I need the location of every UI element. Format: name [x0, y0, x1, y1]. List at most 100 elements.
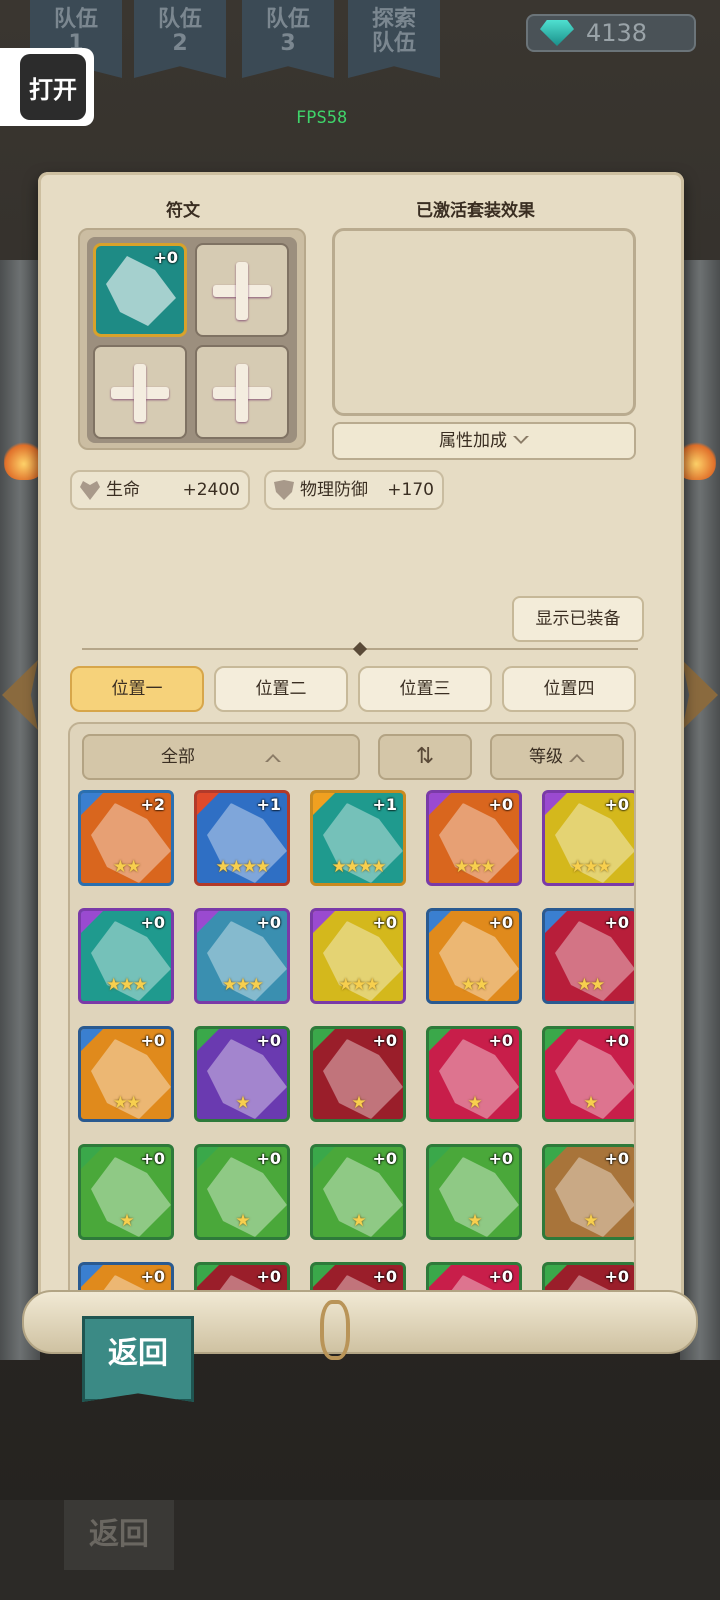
tab-position-2[interactable]: 位置二	[214, 666, 348, 712]
rune-item[interactable]: +0 ★	[310, 1026, 406, 1122]
rarity-corner	[197, 793, 219, 815]
rune-level: +0	[488, 795, 513, 814]
rarity-corner	[81, 911, 103, 933]
tab-team-3[interactable]: 队伍 3	[242, 0, 334, 78]
rune-level: +0	[256, 1149, 281, 1168]
rune-item[interactable]: +0 ★	[426, 1026, 522, 1122]
rarity-corner	[313, 1147, 335, 1169]
rarity-corner	[197, 1265, 219, 1287]
show-equipped-button[interactable]: 显示已装备	[512, 596, 644, 642]
rune-level: +0	[140, 1031, 165, 1050]
sort-order-button[interactable]: ⇅	[378, 734, 472, 780]
rune-level: +0	[604, 1149, 629, 1168]
rune-item[interactable]: +0 ★	[542, 1144, 634, 1240]
rune-level: +0	[604, 795, 629, 814]
star-rating: ★★	[112, 1093, 141, 1113]
star-rating: ★	[235, 1093, 250, 1113]
rune-item[interactable]: +0 ★★	[426, 908, 522, 1004]
star-rating: ★★★	[106, 975, 148, 995]
rarity-corner	[81, 793, 103, 815]
star-rating: ★	[119, 1211, 134, 1231]
stat-physical-defense: 物理防御 +170	[264, 470, 444, 510]
tab-position-3[interactable]: 位置三	[358, 666, 492, 712]
rune-slot-1[interactable]: +0	[93, 243, 187, 337]
rarity-corner	[429, 1029, 451, 1051]
tab-position-1[interactable]: 位置一	[70, 666, 204, 712]
tab-explore-team[interactable]: 探索 队伍	[348, 0, 440, 78]
fps-counter: FPS58	[296, 108, 348, 128]
rune-title: 符文	[166, 201, 200, 221]
gem-counter: 4138	[526, 14, 696, 52]
star-rating: ★★★★	[331, 857, 387, 877]
rune-level: +0	[256, 913, 281, 932]
rarity-corner	[545, 1147, 567, 1169]
background-back-button: 返回	[64, 1500, 174, 1570]
filter-all-dropdown[interactable]: 全部	[82, 734, 360, 780]
rune-level: +0	[140, 1149, 165, 1168]
rarity-corner	[313, 1029, 335, 1051]
rune-item[interactable]: +1 ★★★★	[194, 790, 290, 886]
star-rating: ★★★	[454, 857, 496, 877]
rune-level: +2	[140, 795, 165, 814]
rune-item[interactable]: +2 ★★	[78, 790, 174, 886]
rune-panel: 符文 已激活套装效果 +0 属性加成 生命 +2400 物理防御 +170 显示…	[38, 172, 684, 1322]
tab-position-4[interactable]: 位置四	[502, 666, 636, 712]
rarity-corner	[545, 793, 567, 815]
star-rating: ★	[351, 1093, 366, 1113]
rarity-corner	[429, 911, 451, 933]
rune-level: +0	[488, 1267, 513, 1286]
rune-item[interactable]: +0 ★	[78, 1144, 174, 1240]
open-button-label: 打开	[20, 54, 86, 120]
rarity-corner	[545, 911, 567, 933]
filter-level-dropdown[interactable]: 等级	[490, 734, 624, 780]
rune-item[interactable]: +0 ★★★	[194, 908, 290, 1004]
rune-slot-grid: +0	[78, 228, 306, 450]
rune-item[interactable]: +0 ★★	[542, 908, 634, 1004]
rarity-corner	[545, 1265, 567, 1287]
back-button[interactable]: 返回	[82, 1316, 194, 1402]
rune-item[interactable]: +0 ★★★	[310, 908, 406, 1004]
rune-level: +0	[153, 248, 178, 267]
rune-slot-3[interactable]	[93, 345, 187, 439]
star-rating: ★	[235, 1211, 250, 1231]
rune-level: +0	[256, 1267, 281, 1286]
chevron-up-icon	[265, 754, 281, 762]
chevron-down-icon	[513, 436, 529, 446]
rune-item[interactable]: +0 ★★★	[426, 790, 522, 886]
rune-item[interactable]: +0 ★	[194, 1026, 290, 1122]
star-rating: ★	[351, 1211, 366, 1231]
rarity-corner	[81, 1029, 103, 1051]
rarity-corner	[313, 793, 335, 815]
rune-item[interactable]: +0 ★★★	[78, 908, 174, 1004]
rune-slot-4[interactable]	[195, 345, 289, 439]
rune-item[interactable]: +1 ★★★★	[310, 790, 406, 886]
rune-level: +0	[372, 1149, 397, 1168]
open-button[interactable]: 打开	[0, 48, 94, 126]
set-effect-title: 已激活套装效果	[416, 201, 535, 221]
rune-level: +0	[604, 1031, 629, 1050]
rune-level: +1	[256, 795, 281, 814]
rune-slot-2[interactable]	[195, 243, 289, 337]
rune-item[interactable]: +0 ★★★	[542, 790, 634, 886]
sort-icon: ⇅	[415, 744, 435, 769]
rune-item[interactable]: +0 ★★	[78, 1026, 174, 1122]
rune-item[interactable]: +0 ★	[426, 1144, 522, 1240]
rarity-corner	[313, 911, 335, 933]
rune-level: +0	[488, 1149, 513, 1168]
rune-item[interactable]: +0 ★	[310, 1144, 406, 1240]
gem-count: 4138	[586, 19, 648, 47]
heart-icon	[80, 481, 100, 500]
rune-item[interactable]: +0 ★	[542, 1026, 634, 1122]
rune-level: +1	[372, 795, 397, 814]
stat-hp: 生命 +2400	[70, 470, 250, 510]
shield-icon	[274, 480, 294, 500]
set-effect-box	[332, 228, 636, 416]
rarity-corner	[197, 1147, 219, 1169]
attribute-bonus-button[interactable]: 属性加成	[332, 422, 636, 460]
star-rating: ★	[583, 1211, 598, 1231]
tab-team-2[interactable]: 队伍 2	[134, 0, 226, 78]
rune-item[interactable]: +0 ★	[194, 1144, 290, 1240]
rune-level: +0	[372, 1267, 397, 1286]
rarity-corner	[429, 1265, 451, 1287]
rune-level: +0	[140, 1267, 165, 1286]
